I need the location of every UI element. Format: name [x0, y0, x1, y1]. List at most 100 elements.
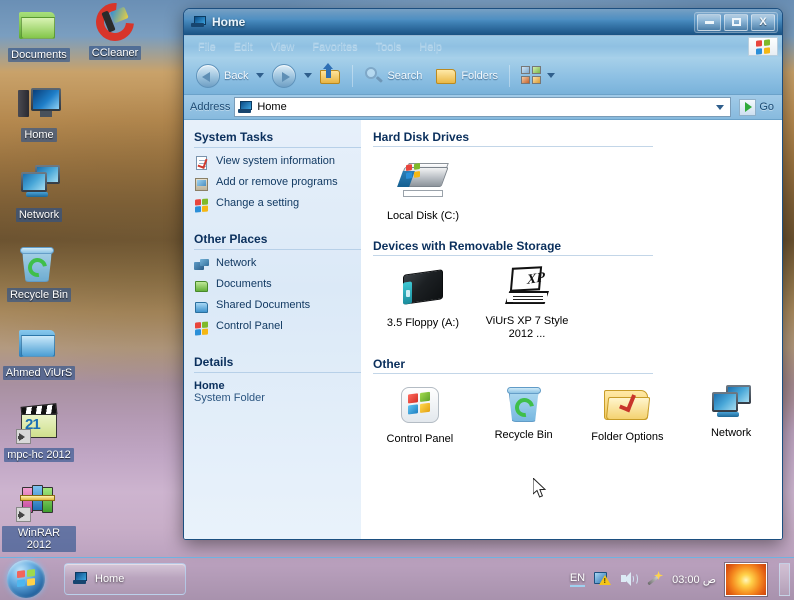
item-recycle-bin[interactable]: Recycle Bin: [485, 384, 563, 446]
drive-item-local-disk-c[interactable]: Local Disk (C:): [381, 157, 465, 223]
windows-flag-icon: [748, 37, 778, 56]
views-dropdown-icon[interactable]: [547, 73, 556, 78]
sidebar-item-label: Network: [216, 257, 257, 269]
winrar-icon: [16, 482, 60, 524]
network-icon: [18, 164, 60, 206]
folder-blue-icon: [18, 322, 60, 364]
sidebar-item-shared-documents[interactable]: Shared Documents: [194, 299, 361, 316]
group-heading: Devices with Removable Storage: [373, 239, 653, 256]
folder-green-icon: [18, 4, 60, 46]
address-label: Address: [190, 101, 231, 113]
menu-item-view[interactable]: View: [263, 39, 303, 55]
desktop-icon-recycle-bin[interactable]: Recycle Bin: [2, 244, 76, 302]
address-dropdown-icon[interactable]: [712, 98, 728, 116]
add-remove-programs-icon: [194, 177, 210, 193]
address-bar: Address Home Go: [184, 95, 782, 120]
desktop-icon-documents[interactable]: Documents: [2, 4, 76, 62]
folder-green-icon: [194, 279, 210, 295]
search-icon: [364, 66, 384, 85]
desktop-icon-ahmed-viurs[interactable]: Ahmed ViUrS: [2, 322, 76, 380]
system-tray: EN 03:00 ص: [569, 558, 794, 600]
magic-wand-icon[interactable]: [646, 571, 664, 587]
sidebar-item-documents[interactable]: Documents: [194, 278, 361, 295]
file-list-pane: Hard Disk Drives Local Disk (C:) Devices…: [361, 120, 782, 539]
window-body: System Tasks View system information Add…: [184, 120, 782, 539]
window-titlebar[interactable]: Home X: [184, 9, 782, 36]
wallpaper-thumbnail[interactable]: [725, 562, 767, 596]
language-indicator[interactable]: EN: [569, 572, 586, 587]
forward-history-dropdown-icon[interactable]: [304, 73, 313, 78]
up-one-level-button[interactable]: [314, 62, 347, 88]
up-folder-icon: [320, 62, 341, 85]
menu-item-help[interactable]: Help: [411, 39, 450, 55]
menu-item-tools[interactable]: Tools: [368, 39, 410, 55]
desktop-icon-winrar[interactable]: WinRAR 2012: [2, 482, 76, 552]
minimize-button[interactable]: [697, 13, 721, 31]
xp-laptop-icon: XP: [501, 266, 553, 310]
item-label: Local Disk (C:): [386, 210, 460, 222]
maximize-button[interactable]: [724, 13, 748, 31]
item-label: Folder Options: [591, 431, 664, 443]
back-arrow-icon: [196, 63, 220, 88]
search-button[interactable]: Search: [358, 63, 428, 88]
drive-item-viurs-xp[interactable]: XP ViUrS XP 7 Style 2012 ...: [485, 266, 569, 341]
sidebar-item-change-a-setting[interactable]: Change a setting: [194, 197, 361, 214]
desktop-icon-label: Documents: [8, 48, 70, 62]
security-alert-icon[interactable]: [594, 571, 612, 587]
taskbar-button-label: Home: [95, 573, 125, 585]
desktop-icon-label: Network: [15, 208, 63, 222]
folder-icon: [436, 67, 457, 85]
sidebar-item-label: Documents: [216, 278, 272, 290]
menu-item-file[interactable]: File: [190, 39, 224, 55]
forward-arrow-icon: [272, 63, 297, 88]
desktop-icon-mpc-hc[interactable]: 21 mpc-hc 2012: [2, 403, 76, 462]
drive-item-floppy-a[interactable]: 3.5 Floppy (A:): [381, 266, 465, 341]
back-history-dropdown-icon[interactable]: [256, 73, 265, 78]
my-computer-icon: [238, 100, 253, 114]
sidebar-item-network[interactable]: Network: [194, 257, 361, 274]
close-button[interactable]: X: [751, 13, 775, 31]
folders-button[interactable]: Folders: [430, 64, 504, 88]
item-label: Recycle Bin: [494, 429, 553, 441]
views-button[interactable]: [515, 63, 561, 88]
menu-item-favorites[interactable]: Favorites: [304, 39, 365, 55]
shortcut-overlay-icon: [16, 507, 31, 522]
my-computer-icon: [18, 84, 61, 126]
shortcut-overlay-icon: [16, 429, 31, 444]
item-folder-options[interactable]: Folder Options: [589, 384, 667, 446]
group-other: Other Control Panel Recycle Bin Folder O…: [373, 357, 770, 446]
go-arrow-icon: [739, 98, 757, 116]
clock[interactable]: 03:00 ص: [672, 573, 716, 586]
network-icon: [194, 258, 210, 274]
desktop-icon-label: Home: [21, 128, 57, 142]
group-removable-storage: Devices with Removable Storage 3.5 Flopp…: [373, 239, 770, 341]
desktop-icon-network[interactable]: Network: [2, 164, 76, 222]
my-computer-icon: [73, 572, 89, 586]
windows-orb-icon: [7, 560, 45, 598]
item-control-panel[interactable]: Control Panel: [381, 384, 459, 446]
sidebar-item-view-system-information[interactable]: View system information: [194, 155, 361, 172]
folder-blue-icon: [194, 300, 210, 316]
desktop-icon-home[interactable]: Home: [2, 84, 76, 142]
taskbar-button-home[interactable]: Home: [64, 563, 186, 595]
desktop-icon-ccleaner[interactable]: CCleaner: [78, 0, 152, 60]
back-button[interactable]: Back: [190, 61, 254, 91]
item-network[interactable]: Network: [692, 384, 770, 446]
menu-item-edit[interactable]: Edit: [226, 39, 261, 55]
show-desktop-button[interactable]: [779, 562, 790, 596]
forward-button[interactable]: [266, 61, 302, 91]
recycle-bin-icon: [505, 384, 543, 424]
sidebar-item-control-panel[interactable]: Control Panel: [194, 320, 361, 337]
task-pane-sidebar: System Tasks View system information Add…: [184, 120, 361, 539]
start-button[interactable]: [2, 560, 50, 598]
address-input[interactable]: Home: [234, 97, 732, 117]
volume-icon[interactable]: [620, 571, 639, 587]
sidebar-item-add-or-remove-programs[interactable]: Add or remove programs: [194, 176, 361, 193]
sidebar-item-label: Control Panel: [216, 320, 283, 332]
navigation-toolbar: Back Search Folders: [184, 57, 782, 95]
group-heading: Hard Disk Drives: [373, 130, 653, 147]
ccleaner-icon: [88, 0, 142, 49]
item-label: ViUrS XP 7 Style 2012 ...: [485, 315, 569, 340]
details-name: Home: [194, 380, 225, 392]
go-button[interactable]: Go: [735, 98, 778, 116]
